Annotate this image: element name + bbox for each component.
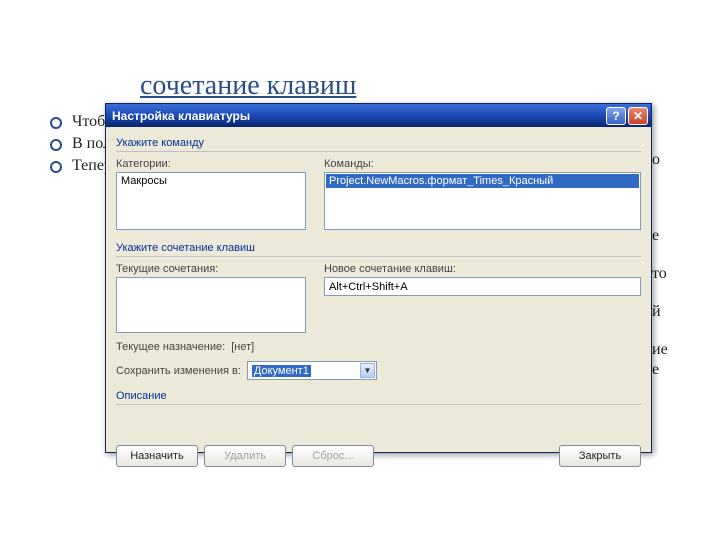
- commands-item-selected[interactable]: Project.NewMacros.формат_Times_Красный: [326, 174, 639, 188]
- save-in-select[interactable]: Документ1 ▼: [247, 361, 377, 380]
- new-shortcut-label: Новое сочетание клавиш:: [324, 263, 641, 275]
- save-in-label: Сохранить изменения в:: [116, 365, 241, 377]
- commands-listbox[interactable]: Project.NewMacros.формат_Times_Красный: [324, 172, 641, 230]
- dialog-titlebar[interactable]: Настройка клавиатуры ? ✕: [106, 104, 651, 127]
- current-assignment-label: Текущее назначение:: [116, 341, 225, 353]
- current-shortcuts-listbox[interactable]: [116, 277, 306, 333]
- current-assignment-value: [нет]: [231, 341, 254, 353]
- save-in-value: Документ1: [252, 365, 311, 377]
- delete-button[interactable]: Удалить: [204, 445, 286, 467]
- chevron-down-icon[interactable]: ▼: [360, 363, 375, 378]
- close-button[interactable]: ✕: [628, 107, 648, 125]
- close-dialog-button[interactable]: Закрыть: [559, 445, 641, 467]
- section-specify-shortcut: Укажите сочетание клавиш: [116, 242, 641, 257]
- section-specify-command: Укажите команду: [116, 137, 641, 152]
- slide-title: сочетание клавиш: [140, 70, 670, 102]
- commands-label: Команды:: [324, 158, 641, 170]
- categories-listbox[interactable]: Макросы: [116, 172, 306, 230]
- current-shortcuts-label: Текущие сочетания:: [116, 263, 306, 275]
- description-label: Описание: [116, 390, 641, 405]
- new-shortcut-input[interactable]: Alt+Ctrl+Shift+A: [324, 277, 641, 296]
- reset-button[interactable]: Сброс...: [292, 445, 374, 467]
- help-button[interactable]: ?: [606, 107, 626, 125]
- keyboard-customize-dialog: Настройка клавиатуры ? ✕ Укажите команду…: [105, 103, 652, 453]
- categories-item-macros[interactable]: Макросы: [118, 174, 304, 188]
- categories-label: Категории:: [116, 158, 306, 170]
- assign-button[interactable]: Назначить: [116, 445, 198, 467]
- right-text-fragments: о е то й ие е: [652, 150, 668, 380]
- dialog-title: Настройка клавиатуры: [112, 109, 604, 123]
